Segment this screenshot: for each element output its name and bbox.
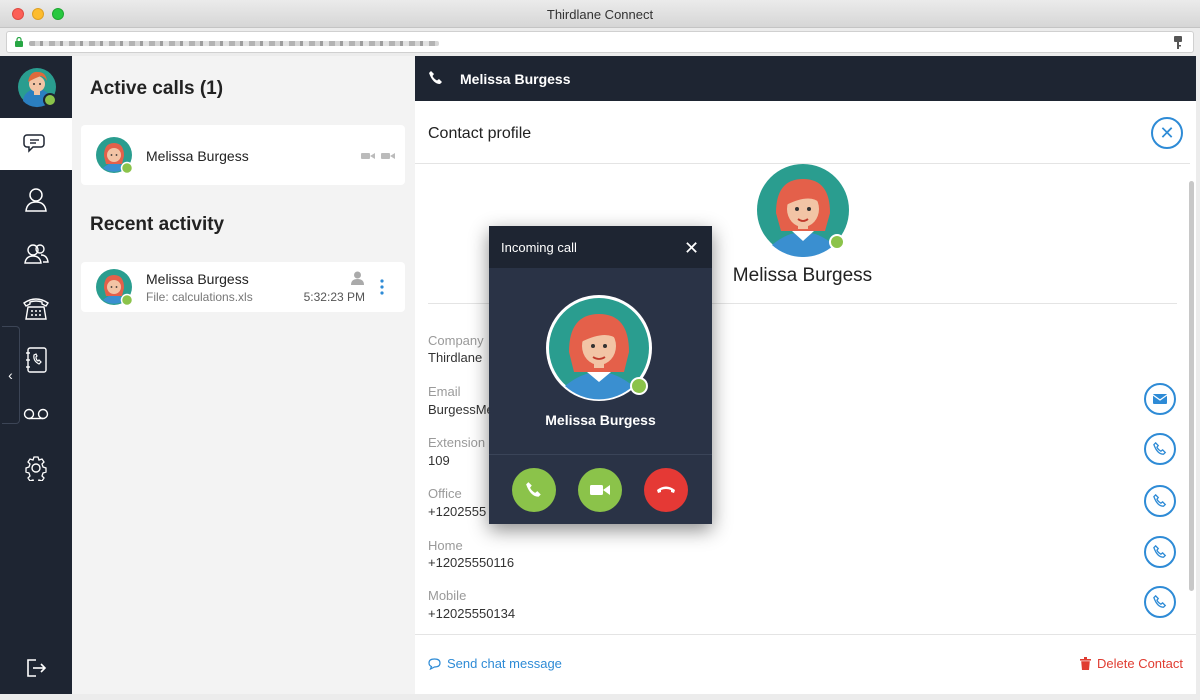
caller-name: Melissa Burgess [545,412,656,428]
voicemail-icon [23,408,49,420]
video-camera-icon [590,485,610,495]
sidebar-item-chats[interactable] [0,118,72,170]
users-group-icon [24,244,49,264]
call-header-name: Melissa Burgess [460,71,571,87]
divider [415,634,1196,635]
contact-profile-title: Contact profile [428,125,532,142]
active-call-header[interactable]: Melissa Burgess [415,56,1196,101]
url-text-obscured [29,41,439,46]
send-email-button[interactable] [1144,383,1176,415]
phone-icon [1153,545,1167,558]
close-dialog-button[interactable]: ✕ [684,238,699,259]
home-label: Home [428,538,463,553]
chevron-left-icon: ‹ [8,367,13,383]
accept-video-button[interactable] [578,468,622,512]
key-icon[interactable] [1173,36,1183,50]
logout-icon [27,659,47,677]
office-value: +1202555 [428,504,487,519]
call-extension-button[interactable] [1144,433,1176,465]
sidebar-item-settings[interactable] [0,442,72,494]
email-label: Email [428,384,461,399]
accept-audio-button[interactable] [512,468,556,512]
url-field[interactable] [6,31,1194,53]
office-label: Office [428,486,462,501]
envelope-icon [1153,394,1167,404]
company-label: Company [428,333,484,348]
sidebar: ‹ [0,56,72,694]
user-icon [25,188,47,212]
phone-icon [526,482,541,497]
recent-activity-item[interactable]: Melissa Burgess File: calculations.xls 5… [81,262,405,312]
close-profile-button[interactable]: ✕ [1151,117,1183,149]
phone-icon [1153,442,1167,455]
incoming-call-dialog: Incoming call ✕ Melissa Burgess [489,226,712,524]
sidebar-item-contacts[interactable] [0,174,72,226]
incoming-call-title: Incoming call [501,240,577,255]
contact-avatar [96,137,134,175]
user-avatar[interactable] [0,56,72,118]
lock-icon [15,37,23,47]
call-media-icons [361,153,395,159]
app-window: Thirdlane Connect ‹ Active calls (1) Mel… [0,0,1200,700]
recent-activity-time: 5:32:23 PM [303,290,365,304]
desk-phone-icon [23,298,49,320]
scrollbar[interactable] [1189,181,1194,591]
extension-label: Extension [428,435,486,450]
mobile-label: Mobile [428,588,467,603]
mobile-value: +12025550134 [428,606,516,621]
decline-call-button[interactable] [644,468,688,512]
active-call-name: Melissa Burgess [146,148,249,164]
recent-activity-name: Melissa Burgess [146,271,249,287]
divider [489,454,712,455]
sidebar-item-logout[interactable] [0,642,72,694]
phone-icon [1153,595,1167,608]
close-icon: ✕ [684,238,700,258]
recent-activity-title: Recent activity [90,214,225,235]
chat-bubbles-icon [23,134,45,153]
caller-avatar [546,295,652,401]
window-title: Thirdlane Connect [546,7,654,22]
contact-avatar [96,269,134,307]
sidebar-item-groups[interactable] [0,228,72,280]
delete-contact-label: Delete Contact [1097,656,1183,671]
email-value: BurgessMe [428,402,494,417]
chat-bubble-icon [428,657,441,670]
incoming-call-header: Incoming call ✕ [489,226,712,268]
call-mobile-button[interactable] [1144,586,1176,618]
phone-book-icon [26,347,47,373]
delete-contact-link[interactable]: Delete Contact [1080,656,1183,671]
trash-icon [1080,657,1091,670]
hang-up-icon [657,486,675,493]
send-chat-message-link[interactable]: Send chat message [428,656,562,671]
call-home-button[interactable] [1144,536,1176,568]
conversation-list-panel: Active calls (1) Melissa Burgess Recent … [72,56,415,694]
address-bar [0,28,1200,56]
contact-photo [757,164,849,257]
call-office-button[interactable] [1144,485,1176,517]
company-value: Thirdlane [428,350,483,365]
extension-value: 109 [428,453,450,468]
close-icon: ✕ [1159,122,1175,143]
phone-icon [429,71,442,84]
active-call-item[interactable]: Melissa Burgess [81,125,405,185]
send-chat-label: Send chat message [447,656,562,671]
phone-icon [1153,494,1167,507]
user-avatar-icon [18,68,57,108]
collapse-panel-tab[interactable]: ‹ [2,326,20,424]
user-icon [351,271,364,285]
recent-activity-detail: File: calculations.xls [146,290,253,304]
home-value: +12025550116 [428,555,515,570]
active-calls-title: Active calls (1) [90,78,224,99]
gear-icon [25,456,47,481]
title-bar: Thirdlane Connect [0,0,1200,28]
more-vertical-icon[interactable] [380,279,384,295]
